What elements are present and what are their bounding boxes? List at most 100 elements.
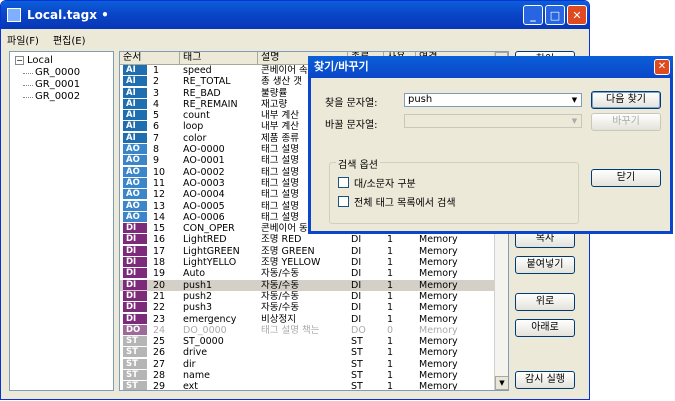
table-row[interactable]: ST 27 dir ST 1 Memory	[120, 358, 508, 370]
cell-desc: 조명 GREEN	[261, 245, 315, 257]
case-sensitive-checkbox[interactable]: 대/소문자 구분	[338, 175, 416, 190]
table-row[interactable]: DI 23 emergency 비상정지 DI 1 Memory	[120, 313, 508, 325]
cell-order: ST 25	[120, 336, 180, 347]
minimize-button[interactable]: _	[523, 5, 543, 25]
table-row[interactable]: DI 20 push1 자동/수동 DI 1 Memory	[120, 279, 508, 291]
type-badge: ST	[123, 381, 147, 390]
cell-use: 1	[387, 370, 394, 382]
paste-button[interactable]: 붙여넣기	[515, 256, 575, 274]
cell-link: Memory	[419, 347, 458, 359]
menu-file[interactable]: 파일(F)	[7, 32, 39, 47]
cell-use: 1	[387, 234, 394, 246]
row-number: 23	[153, 313, 166, 325]
cell-order: AI 4	[120, 98, 180, 110]
dropdown-icon[interactable]: ▼	[569, 95, 580, 105]
table-row[interactable]: DI 16 LightRED 조명 RED DI 1 Memory	[120, 234, 508, 245]
cell-order: AO 12	[120, 189, 180, 200]
cell-order: ST 26	[120, 347, 180, 358]
row-number: 8	[153, 144, 160, 156]
cell-tag: DO_0000	[183, 324, 227, 336]
move-up-button[interactable]: 위로	[515, 293, 575, 311]
table-row[interactable]: ST 29 ext ST 1 Memory	[120, 381, 508, 391]
type-badge: AI	[123, 121, 147, 132]
table-row[interactable]: DI 19 Auto 자동/수동 DI 1 Memory	[120, 268, 508, 279]
table-row[interactable]: DI 21 push2 자동/수동 DI 1 Memory	[120, 290, 508, 302]
cell-kind: DI	[351, 302, 362, 314]
type-badge: DI	[123, 290, 147, 301]
cell-use: 1	[387, 245, 394, 257]
cell-kind: DI	[351, 313, 362, 325]
cell-order: DI 20	[120, 279, 180, 291]
tree-item[interactable]: GR_0001	[13, 79, 110, 91]
row-number: 11	[153, 177, 166, 189]
move-down-button[interactable]: 아래로	[515, 319, 575, 337]
type-badge: AI	[123, 87, 147, 98]
table-row[interactable]: DI 22 push3 자동/수동 DI 1 Memory	[120, 302, 508, 313]
cell-tag: push3	[183, 302, 213, 314]
tree-root[interactable]: − Local	[13, 55, 110, 67]
title-bar[interactable]: Local.tagx • _ □ ✕	[1, 1, 589, 29]
cell-kind: DO	[351, 324, 366, 336]
search-all-checkbox[interactable]: 전체 태그 목록에서 검색	[338, 194, 456, 209]
cell-desc	[258, 359, 348, 370]
table-row[interactable]: DI 18 LightYELLO 조명 YELLOW DI 1 Memory	[120, 257, 508, 268]
replace-label: 바꿀 문자열:	[325, 120, 378, 131]
dialog-title-bar[interactable]: 찾기/바꾸기 ✕	[308, 56, 673, 78]
dialog-close-icon[interactable]: ✕	[654, 59, 670, 75]
cell-order: AO 10	[120, 166, 180, 178]
cell-tag: RE_REMAIN	[183, 98, 238, 110]
checkbox-icon[interactable]	[338, 196, 349, 207]
table-row[interactable]: ST 25 ST_0000 ST 1 Memory	[120, 336, 508, 347]
cell-tag: push1	[183, 279, 213, 291]
col-header-tag[interactable]: 태그	[180, 52, 258, 64]
cell-desc: 자동/수동	[261, 302, 300, 314]
row-number: 18	[153, 257, 166, 269]
checkbox-icon[interactable]	[338, 177, 349, 188]
cell-tag: AO-0004	[183, 189, 225, 201]
menu-edit[interactable]: 편집(E)	[53, 32, 86, 47]
dialog-close-button[interactable]: 닫기	[591, 169, 661, 187]
table-row[interactable]: ST 28 name ST 1 Memory	[120, 370, 508, 381]
table-row[interactable]: DI 17 LightGREEN 조명 GREEN DI 1 Memory	[120, 245, 508, 257]
col-header-order[interactable]: 순서	[120, 52, 180, 64]
row-number: 17	[153, 245, 166, 257]
cell-desc: 자동/수동	[261, 290, 300, 302]
table-row[interactable]: ST 26 drive ST 1 Memory	[120, 347, 508, 358]
cell-order: DI 19	[120, 268, 180, 279]
tag-tree[interactable]: − Local GR_0000 GR_0001 GR_0002	[9, 51, 114, 391]
table-row[interactable]: DO 24 DO_0000 태그 설명 책는 DO 0 Memory	[120, 324, 508, 336]
scroll-down-icon[interactable]: ▼	[495, 376, 508, 390]
type-badge: DI	[123, 268, 147, 279]
find-input[interactable]: push	[408, 94, 432, 105]
row-number: 28	[153, 370, 166, 382]
find-next-button[interactable]: 다음 찾기	[591, 91, 661, 109]
cell-use: 1	[387, 257, 394, 269]
cell-tag: name	[183, 370, 210, 382]
maximize-button[interactable]: □	[545, 5, 565, 25]
search-options-group: 검색 옵션 대/소문자 구분 전체 태그 목록에서 검색	[329, 156, 579, 224]
type-badge: AI	[123, 76, 147, 87]
cell-desc	[258, 370, 348, 381]
monitor-run-button[interactable]: 감시 실행	[515, 371, 575, 389]
cell-order: DI 22	[120, 302, 180, 313]
close-button[interactable]: ✕	[567, 5, 587, 25]
collapse-icon[interactable]: −	[15, 56, 24, 65]
row-number: 20	[153, 279, 166, 291]
cell-link: Memory	[419, 381, 458, 391]
search-options-label: 검색 옵션	[336, 156, 380, 171]
dropdown-icon: ▼	[571, 117, 578, 125]
tree-item[interactable]: GR_0002	[13, 91, 110, 103]
cell-tag: AO-0003	[183, 177, 225, 189]
cell-order: DI 21	[120, 290, 180, 302]
type-badge: DI	[123, 279, 147, 290]
cell-link: Memory	[419, 257, 458, 269]
tree-root-label: Local	[27, 55, 53, 66]
cell-tag: dir	[183, 358, 196, 370]
cell-order: DI 16	[120, 234, 180, 245]
type-badge: AO	[123, 200, 147, 211]
tree-item[interactable]: GR_0000	[13, 67, 110, 79]
find-combo[interactable]: push ▼	[404, 93, 582, 107]
cell-order: AO 11	[120, 177, 180, 189]
cell-link: Memory	[419, 336, 458, 348]
cell-tag: count	[183, 110, 210, 122]
